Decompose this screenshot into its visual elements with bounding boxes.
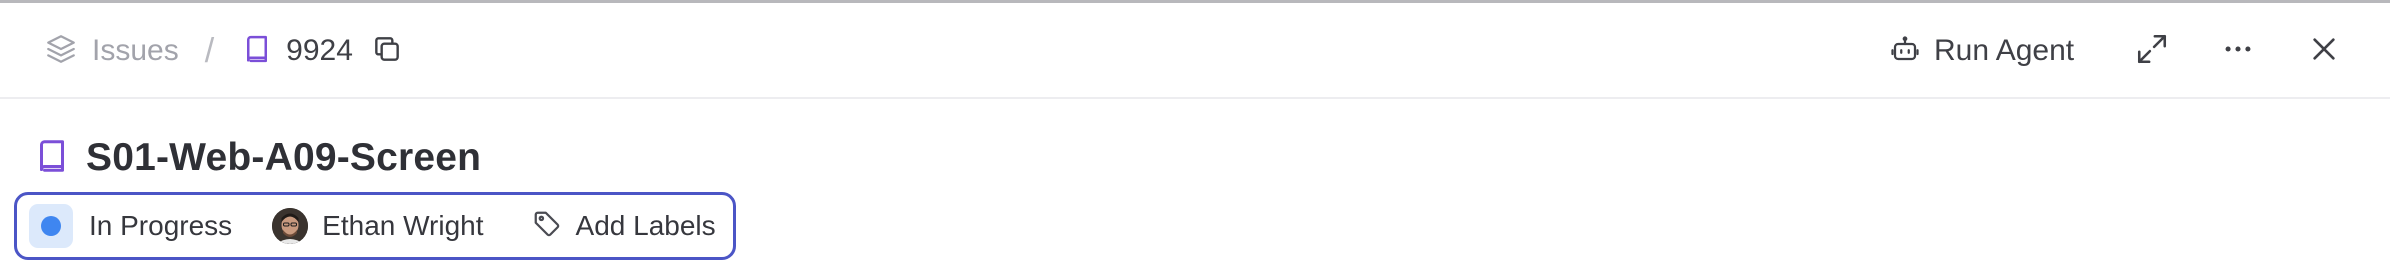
issue-title-row: S01-Web-A09-Screen	[34, 130, 481, 186]
status-label: In Progress	[89, 210, 233, 241]
issue-id-label: 9924	[286, 34, 353, 67]
assignee-name: Ethan Wright	[322, 210, 484, 241]
tag-icon	[532, 209, 562, 244]
more-options-button[interactable]	[2216, 3, 2260, 99]
status-selector[interactable]: In Progress	[17, 204, 232, 248]
expand-icon	[2135, 32, 2169, 71]
run-agent-button[interactable]: Run Agent	[1890, 3, 2074, 99]
issue-header-bar: Issues / 9924 Run Agent	[0, 3, 2390, 99]
close-button[interactable]	[2302, 3, 2346, 99]
book-icon	[242, 34, 272, 69]
run-agent-label: Run Agent	[1934, 34, 2075, 67]
issue-type-book-icon	[34, 136, 70, 181]
add-labels-button[interactable]: Add Labels	[532, 209, 716, 244]
expand-button[interactable]	[2130, 3, 2174, 99]
avatar	[272, 208, 309, 244]
breadcrumb-issues-link[interactable]: Issues	[44, 32, 179, 71]
layers-icon	[44, 32, 78, 71]
breadcrumb-issues-label: Issues	[92, 34, 179, 67]
breadcrumb: Issues / 9924	[44, 3, 403, 99]
more-horizontal-icon	[2221, 32, 2255, 71]
assignee-selector[interactable]: Ethan Wright	[272, 208, 484, 244]
breadcrumb-issue-id: 9924	[242, 33, 403, 70]
robot-icon	[1890, 34, 1920, 69]
status-dot-icon	[29, 204, 73, 248]
issue-title[interactable]: S01-Web-A09-Screen	[86, 136, 481, 180]
close-icon	[2308, 33, 2340, 70]
issue-properties-bar: In Progress Ethan Wright Add Labels	[14, 192, 736, 260]
add-labels-label: Add Labels	[575, 210, 716, 241]
breadcrumb-separator: /	[204, 31, 215, 70]
copy-icon	[371, 33, 403, 70]
copy-id-button[interactable]	[371, 33, 403, 70]
